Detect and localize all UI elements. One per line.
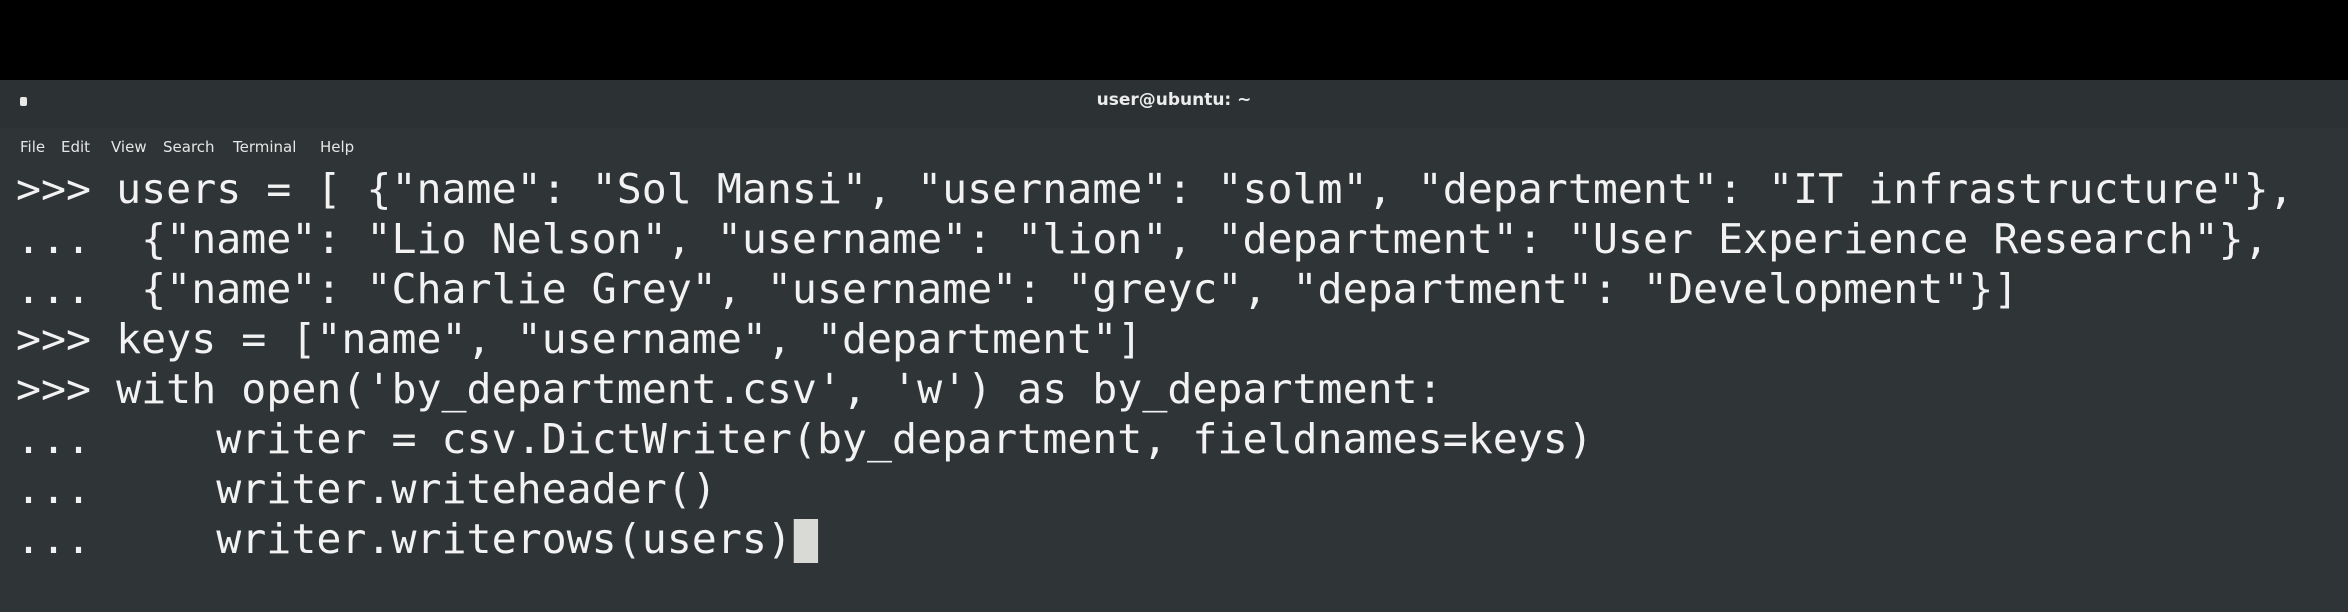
text-cursor bbox=[793, 519, 819, 563]
terminal-line-text: ... writer = csv.DictWriter(by_departmen… bbox=[16, 415, 1593, 463]
menu-edit[interactable]: Edit bbox=[61, 138, 90, 156]
menu-bar: File Edit View Search Terminal Help bbox=[0, 128, 2348, 164]
title-bar[interactable]: user@ubuntu: ~ bbox=[0, 80, 2348, 128]
terminal-line: >>> keys = ["name", "username", "departm… bbox=[16, 314, 1142, 364]
terminal-line: ... writer.writeheader() bbox=[16, 464, 717, 514]
terminal-line-text: ... {"name": "Lio Nelson", "username": "… bbox=[16, 215, 2269, 263]
terminal-line: >>> with open('by_department.csv', 'w') … bbox=[16, 364, 1443, 414]
terminal-line: ... {"name": "Lio Nelson", "username": "… bbox=[16, 214, 2269, 264]
terminal-line: >>> users = [ {"name": "Sol Mansi", "use… bbox=[16, 164, 2294, 214]
terminal-line-text: ... {"name": "Charlie Grey", "username":… bbox=[16, 265, 2019, 313]
terminal-line-text: ... writer.writerows(users) bbox=[16, 515, 792, 563]
window-title: user@ubuntu: ~ bbox=[1096, 90, 1252, 110]
terminal-output[interactable]: >>> users = [ {"name": "Sol Mansi", "use… bbox=[0, 164, 2348, 612]
menu-terminal[interactable]: Terminal bbox=[233, 138, 296, 156]
terminal-line-text: >>> keys = ["name", "username", "departm… bbox=[16, 315, 1143, 363]
menu-search[interactable]: Search bbox=[163, 138, 215, 156]
terminal-line-text: >>> with open('by_department.csv', 'w') … bbox=[16, 365, 1443, 413]
terminal-line: ... {"name": "Charlie Grey", "username":… bbox=[16, 264, 2018, 314]
terminal-line-text: ... writer.writeheader() bbox=[16, 465, 717, 513]
menu-file[interactable]: File bbox=[20, 138, 45, 156]
terminal-window: user@ubuntu: ~ File Edit View Search Ter… bbox=[0, 80, 2348, 612]
terminal-line: ... writer.writerows(users) bbox=[16, 514, 819, 564]
terminal-line-text: >>> users = [ {"name": "Sol Mansi", "use… bbox=[16, 165, 2294, 213]
terminal-line: ... writer = csv.DictWriter(by_departmen… bbox=[16, 414, 1593, 464]
screen-frame: user@ubuntu: ~ File Edit View Search Ter… bbox=[0, 0, 2348, 612]
menu-help[interactable]: Help bbox=[320, 138, 354, 156]
menu-view[interactable]: View bbox=[111, 138, 147, 156]
